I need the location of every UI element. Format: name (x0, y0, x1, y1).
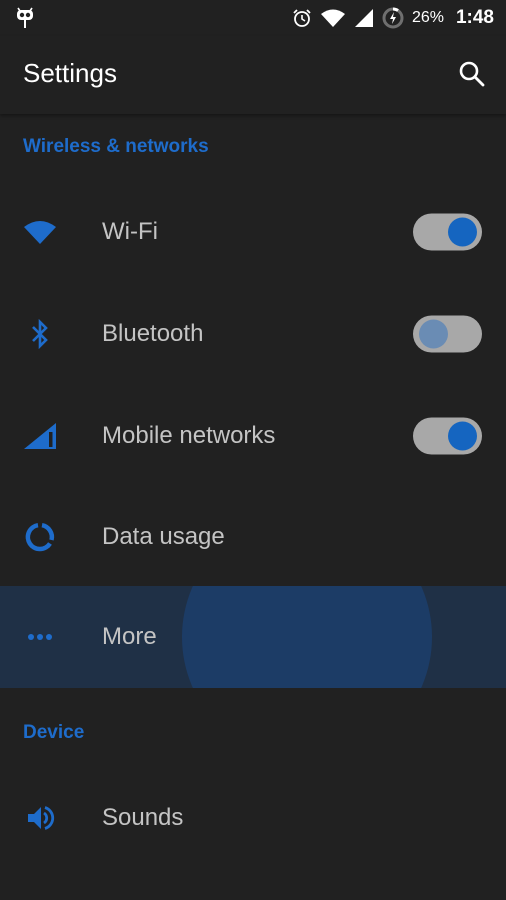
settings-item-label: More (102, 623, 157, 650)
settings-item-data-usage[interactable]: Data usage (0, 486, 506, 588)
battery-charging-icon (382, 7, 404, 29)
toggle-thumb (448, 421, 477, 451)
search-button[interactable] (456, 58, 488, 90)
settings-item-label: Sounds (102, 804, 184, 831)
bluetooth-toggle[interactable] (413, 315, 482, 353)
cell-signal-icon (354, 9, 373, 27)
section-header-wireless: Wireless & networks (23, 136, 209, 157)
clock: 1:48 (455, 7, 494, 28)
mobile-networks-toggle[interactable] (413, 417, 482, 455)
bluetooth-icon (20, 314, 60, 354)
mobile-signal-icon (20, 416, 60, 456)
section-header-device: Device (23, 722, 85, 743)
data-usage-icon (20, 517, 60, 557)
wifi-icon (20, 212, 60, 252)
wifi-signal-icon (320, 9, 345, 27)
settings-item-label: Data usage (102, 523, 225, 550)
touch-ripple (182, 586, 432, 688)
settings-item-mobile-networks[interactable]: Mobile networks (0, 385, 506, 487)
alarm-icon (293, 9, 311, 27)
toggle-thumb (448, 217, 477, 247)
status-bar: 26% 1:48 (0, 0, 506, 36)
settings-item-more[interactable]: More (0, 586, 506, 688)
page-title: Settings (23, 58, 117, 88)
settings-item-label: Mobile networks (102, 422, 276, 449)
search-icon (459, 61, 485, 87)
volume-icon (20, 798, 60, 838)
wifi-toggle[interactable] (413, 213, 482, 251)
cyanogen-mascot-icon (17, 7, 33, 28)
settings-item-label: Bluetooth (102, 320, 204, 347)
settings-item-label: Wi-Fi (102, 218, 158, 245)
settings-item-wifi[interactable]: Wi-Fi (0, 181, 506, 283)
more-dots-icon (20, 617, 60, 657)
settings-item-bluetooth[interactable]: Bluetooth (0, 283, 506, 385)
app-toolbar: Settings (0, 36, 506, 114)
settings-item-sounds[interactable]: Sounds (0, 767, 506, 869)
toggle-thumb (419, 319, 448, 349)
battery-percent: 26% (411, 9, 444, 26)
